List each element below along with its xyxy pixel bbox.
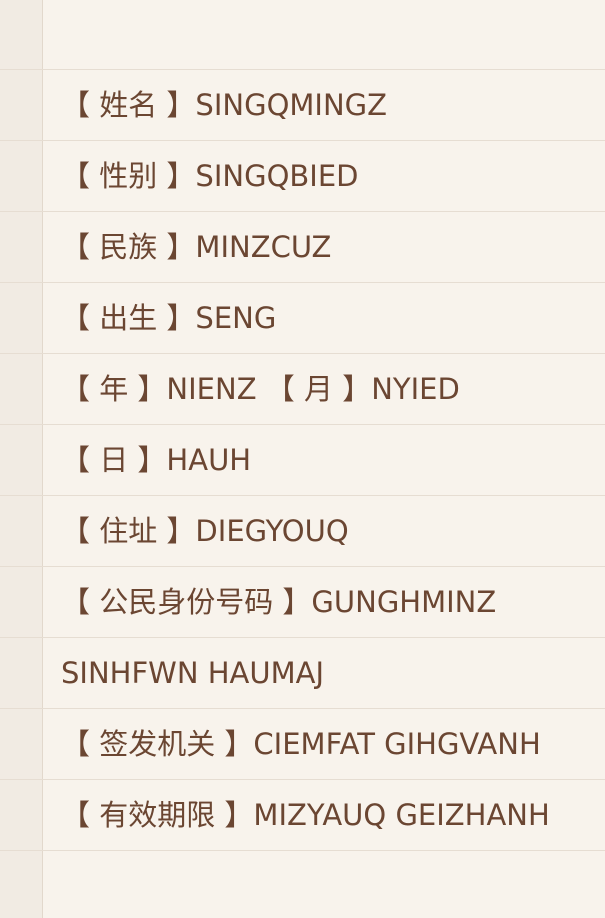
field-name: 【 姓名 】SINGQMINGZ	[61, 88, 387, 122]
field-id-number: 【 公民身份号码 】GUNGHMINZ	[61, 585, 497, 619]
field-issuing-authority: 【 签发机关 】CIEMFAT GIHGVANH	[61, 727, 541, 761]
field-ethnicity: 【 民族 】MINZCUZ	[61, 230, 332, 264]
field-year-month: 【 年 】NIENZ 【 月 】NYIED	[61, 372, 460, 406]
field-day: 【 日 】HAUH	[61, 443, 252, 477]
notebook-page: 【 姓名 】SINGQMINGZ 【 性别 】SINGQBIED 【 民族 】M…	[0, 0, 605, 918]
field-id-number-continued: SINHFWN HAUMAJ	[61, 656, 325, 690]
field-validity-period: 【 有效期限 】MIZYAUQ GEIZHANH	[61, 798, 550, 832]
page-margin	[0, 0, 43, 918]
field-gender: 【 性别 】SINGQBIED	[61, 159, 359, 193]
field-birth: 【 出生 】SENG	[61, 301, 277, 335]
field-address: 【 住址 】DIEGYOUQ	[61, 514, 349, 548]
